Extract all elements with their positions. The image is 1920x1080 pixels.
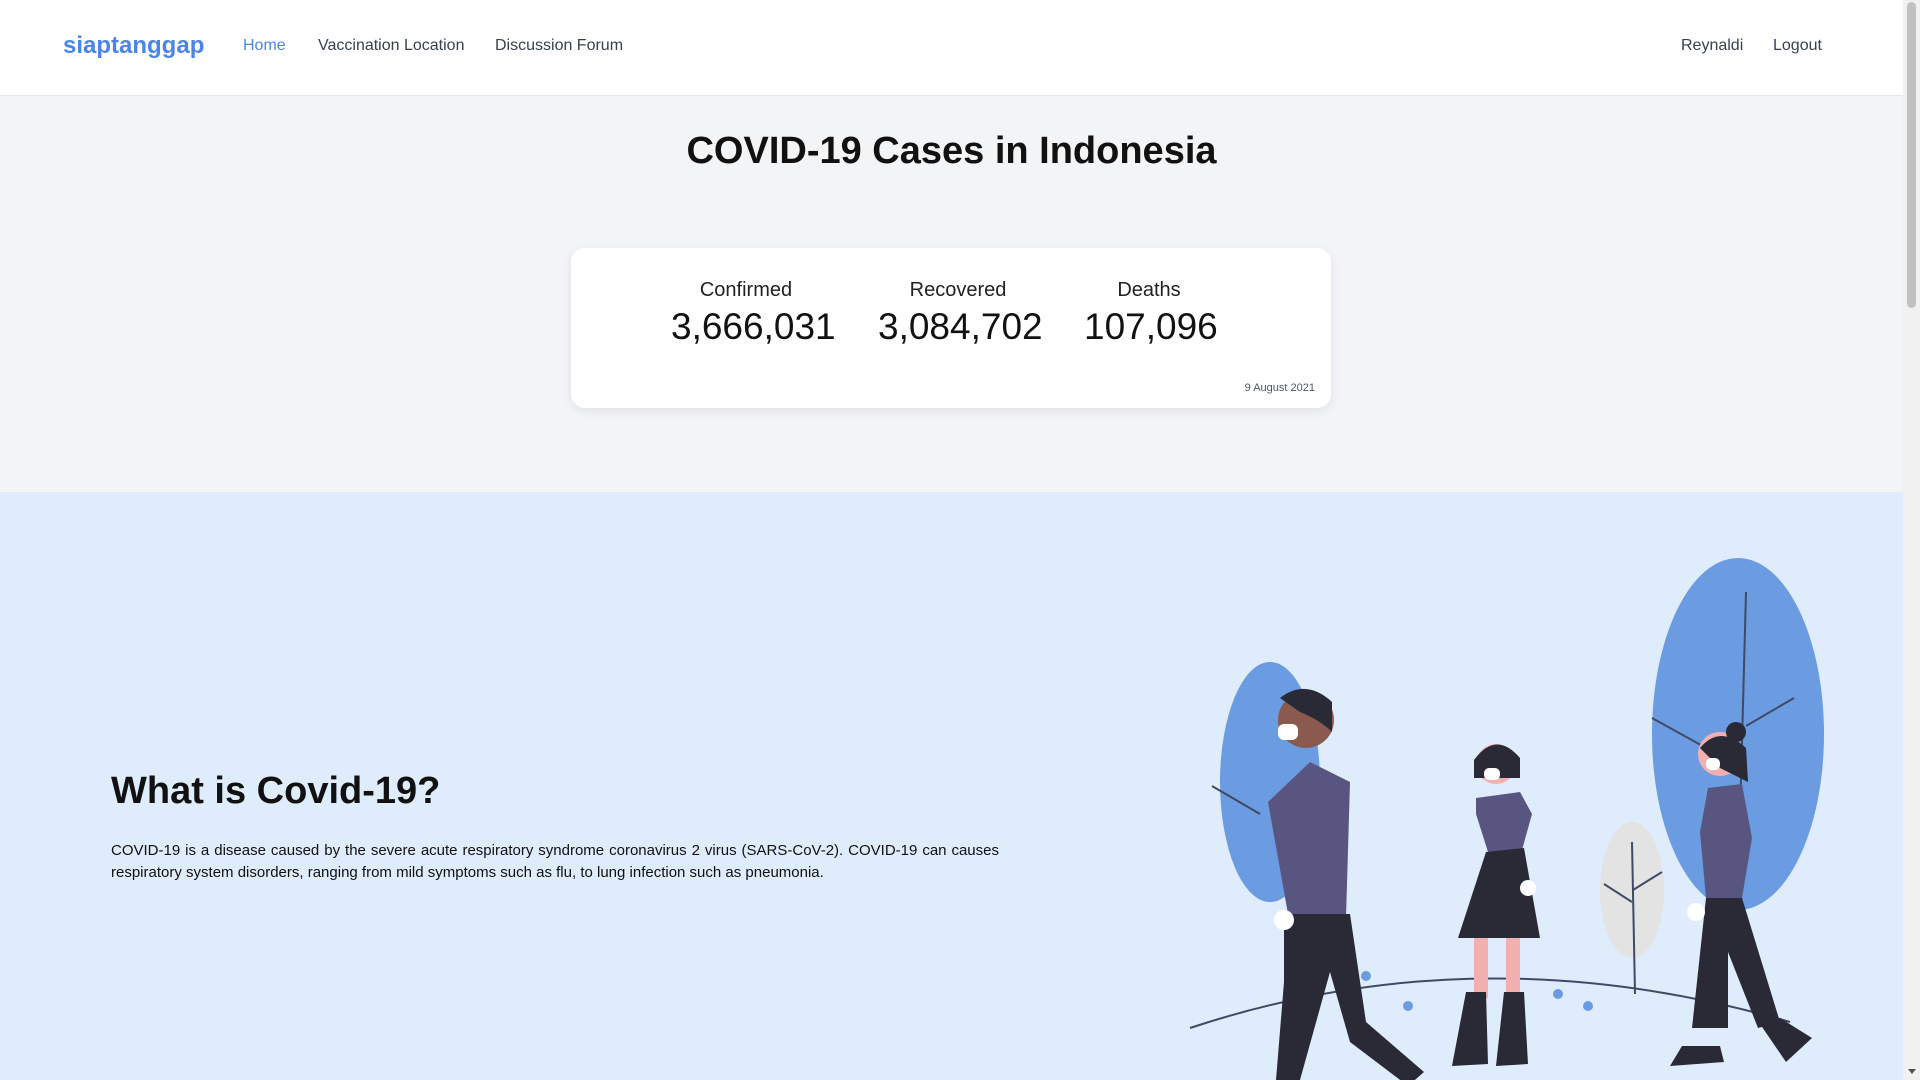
stat-confirmed-value: 3,666,031 <box>671 306 836 347</box>
stats-date: 9 August 2021 <box>1244 382 1315 394</box>
about-text: COVID-19 is a disease caused by the seve… <box>111 842 999 881</box>
stat-deaths-label: Deaths <box>1117 279 1181 301</box>
about-covid-section: What is Covid-19? COVID-19 is a disease … <box>0 492 1903 1080</box>
stat-recovered-label: Recovered <box>909 279 1007 301</box>
stat-recovered: Recovered 3,084,702 <box>878 279 1043 348</box>
about-title: What is Covid-19? <box>111 770 441 812</box>
navbar: siaptanggap Home Vaccination Location Di… <box>0 0 1903 96</box>
people-walking-illustration <box>1189 558 1824 1080</box>
stat-deaths: Deaths 107,096 <box>1084 279 1218 348</box>
stat-deaths-value: 107,096 <box>1084 306 1218 347</box>
covid-cases-section: COVID-19 Cases in Indonesia Confirmed 3,… <box>0 96 1903 492</box>
page-scrollbar[interactable] <box>1903 0 1920 1080</box>
user-menu-link[interactable]: Reynaldi <box>1681 37 1743 55</box>
cases-title: COVID-19 Cases in Indonesia <box>686 130 1217 172</box>
scroll-down-arrow-icon[interactable] <box>1908 1069 1916 1074</box>
stat-confirmed: Confirmed 3,666,031 <box>671 279 836 348</box>
stat-confirmed-label: Confirmed <box>699 279 793 301</box>
brand-logo-link[interactable]: siaptanggap <box>63 32 204 60</box>
nav-link-discussion-forum[interactable]: Discussion Forum <box>495 37 623 55</box>
nav-link-home[interactable]: Home <box>243 37 286 55</box>
stat-recovered-value: 3,084,702 <box>878 306 1043 347</box>
logout-link[interactable]: Logout <box>1773 37 1822 55</box>
scrollbar-thumb[interactable] <box>1907 2 1916 308</box>
nav-link-vaccination-location[interactable]: Vaccination Location <box>318 37 464 55</box>
stats-card: Confirmed 3,666,031 Recovered 3,084,702 … <box>571 248 1331 408</box>
